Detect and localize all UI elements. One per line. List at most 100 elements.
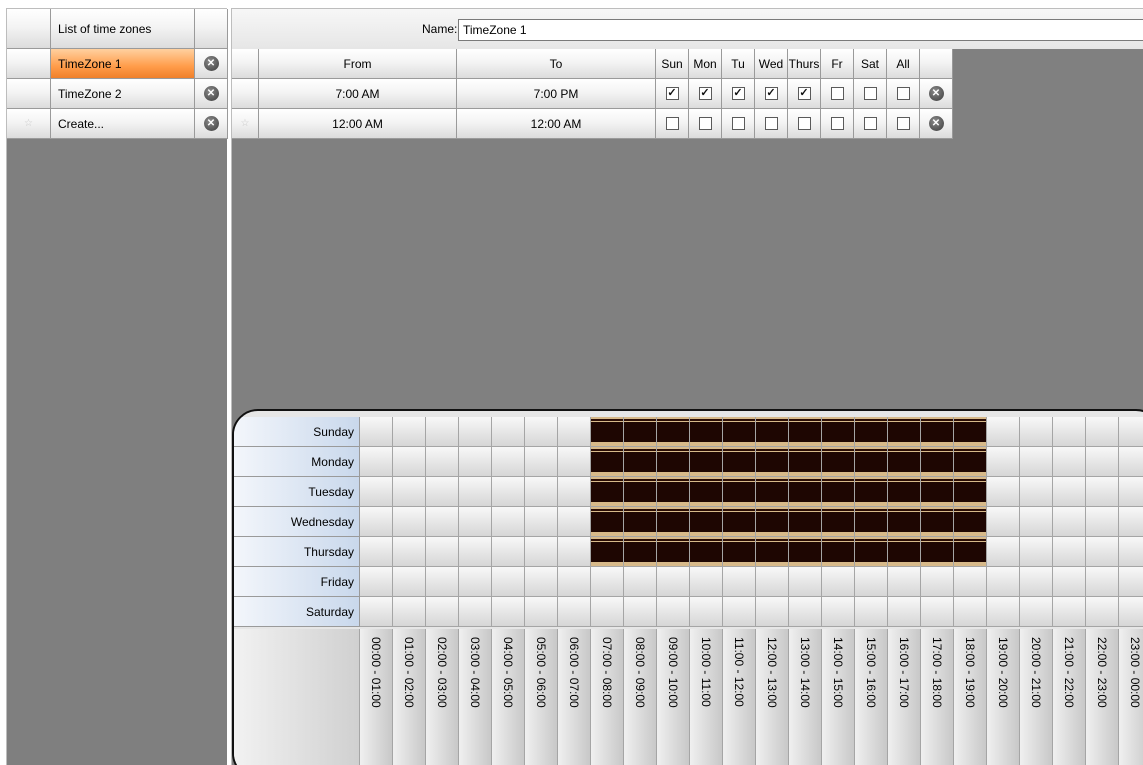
- schedule-cell[interactable]: [426, 477, 459, 507]
- schedule-cell[interactable]: [426, 567, 459, 597]
- schedule-cell[interactable]: [822, 417, 855, 447]
- schedule-cell[interactable]: [888, 477, 921, 507]
- schedule-cell[interactable]: [459, 447, 492, 477]
- schedule-cell[interactable]: [789, 417, 822, 447]
- schedule-cell[interactable]: [360, 507, 393, 537]
- schedule-cell[interactable]: [393, 537, 426, 567]
- schedule-cell[interactable]: [789, 507, 822, 537]
- checkbox-sun[interactable]: ✓: [656, 79, 689, 109]
- rule-from-value[interactable]: 12:00 AM: [259, 109, 457, 139]
- schedule-cell[interactable]: [1119, 567, 1143, 597]
- schedule-cell[interactable]: [657, 477, 690, 507]
- schedule-cell[interactable]: [1119, 417, 1143, 447]
- schedule-cell[interactable]: [657, 507, 690, 537]
- schedule-cell[interactable]: [492, 537, 525, 567]
- rule-to-value[interactable]: 7:00 PM: [457, 79, 656, 109]
- schedule-cell[interactable]: [1020, 477, 1053, 507]
- schedule-cell[interactable]: [1119, 507, 1143, 537]
- schedule-cell[interactable]: [954, 507, 987, 537]
- schedule-cell[interactable]: [1119, 447, 1143, 477]
- schedule-cell[interactable]: [987, 447, 1020, 477]
- schedule-cell[interactable]: [1020, 597, 1053, 627]
- schedule-cell[interactable]: [789, 447, 822, 477]
- schedule-cell[interactable]: [624, 417, 657, 447]
- schedule-cell[interactable]: [360, 597, 393, 627]
- schedule-cell[interactable]: [987, 507, 1020, 537]
- schedule-cell[interactable]: [1086, 597, 1119, 627]
- column-header-tu[interactable]: Tu: [722, 49, 755, 79]
- schedule-cell[interactable]: [657, 537, 690, 567]
- checkbox-wed[interactable]: ✓: [755, 79, 788, 109]
- schedule-cell[interactable]: [360, 447, 393, 477]
- schedule-cell[interactable]: [393, 567, 426, 597]
- schedule-cell[interactable]: [921, 477, 954, 507]
- schedule-cell[interactable]: [888, 447, 921, 477]
- schedule-cell[interactable]: [1053, 597, 1086, 627]
- schedule-cell[interactable]: [1020, 567, 1053, 597]
- schedule-cell[interactable]: [591, 447, 624, 477]
- schedule-cell[interactable]: [789, 477, 822, 507]
- schedule-cell[interactable]: [1119, 537, 1143, 567]
- checkbox-tu[interactable]: [722, 109, 755, 139]
- schedule-cell[interactable]: [360, 417, 393, 447]
- schedule-cell[interactable]: [855, 507, 888, 537]
- schedule-cell[interactable]: [690, 417, 723, 447]
- schedule-cell[interactable]: [492, 597, 525, 627]
- checkbox-sat[interactable]: [854, 79, 887, 109]
- schedule-cell[interactable]: [624, 477, 657, 507]
- delete-rule-button[interactable]: ✕: [920, 79, 953, 109]
- list-item-timezone-2[interactable]: TimeZone 2 ✕: [7, 79, 228, 109]
- schedule-cell[interactable]: [888, 417, 921, 447]
- schedule-cell[interactable]: [822, 597, 855, 627]
- schedule-cell[interactable]: [690, 477, 723, 507]
- schedule-cell[interactable]: [855, 447, 888, 477]
- schedule-cell[interactable]: [1053, 447, 1086, 477]
- name-input[interactable]: [458, 19, 1143, 41]
- schedule-cell[interactable]: [756, 567, 789, 597]
- schedule-cell[interactable]: [393, 477, 426, 507]
- schedule-cell[interactable]: [822, 537, 855, 567]
- schedule-cell[interactable]: [492, 417, 525, 447]
- schedule-cell[interactable]: [987, 567, 1020, 597]
- schedule-cell[interactable]: [921, 447, 954, 477]
- schedule-cell[interactable]: [756, 447, 789, 477]
- schedule-cell[interactable]: [459, 507, 492, 537]
- schedule-cell[interactable]: [921, 417, 954, 447]
- column-header-from[interactable]: From: [259, 49, 457, 79]
- schedule-cell[interactable]: [393, 447, 426, 477]
- schedule-cell[interactable]: [1053, 507, 1086, 537]
- schedule-cell[interactable]: [690, 597, 723, 627]
- schedule-cell[interactable]: [558, 477, 591, 507]
- schedule-cell[interactable]: [822, 507, 855, 537]
- schedule-cell[interactable]: [888, 507, 921, 537]
- schedule-cell[interactable]: [558, 597, 591, 627]
- schedule-cell[interactable]: [492, 477, 525, 507]
- list-item-create[interactable]: ☆ Create... ✕: [7, 109, 228, 139]
- schedule-cell[interactable]: [360, 567, 393, 597]
- checkbox-all[interactable]: [887, 79, 920, 109]
- schedule-cell[interactable]: [591, 417, 624, 447]
- schedule-cell[interactable]: [921, 507, 954, 537]
- checkbox-fr[interactable]: [821, 109, 854, 139]
- schedule-cell[interactable]: [723, 597, 756, 627]
- schedule-cell[interactable]: [756, 507, 789, 537]
- schedule-cell[interactable]: [426, 417, 459, 447]
- schedule-cell[interactable]: [855, 477, 888, 507]
- schedule-cell[interactable]: [624, 567, 657, 597]
- checkbox-thurs[interactable]: ✓: [788, 79, 821, 109]
- schedule-cell[interactable]: [855, 537, 888, 567]
- schedule-cell[interactable]: [459, 477, 492, 507]
- schedule-cell[interactable]: [558, 507, 591, 537]
- schedule-cell[interactable]: [492, 507, 525, 537]
- delete-button[interactable]: ✕: [195, 109, 228, 139]
- schedule-cell[interactable]: [1020, 507, 1053, 537]
- schedule-cell[interactable]: [756, 417, 789, 447]
- schedule-cell[interactable]: [723, 537, 756, 567]
- column-header-sat[interactable]: Sat: [854, 49, 887, 79]
- schedule-cell[interactable]: [987, 537, 1020, 567]
- schedule-cell[interactable]: [690, 447, 723, 477]
- schedule-cell[interactable]: [1020, 417, 1053, 447]
- schedule-cell[interactable]: [756, 537, 789, 567]
- checkbox-fr[interactable]: [821, 79, 854, 109]
- delete-button[interactable]: ✕: [195, 49, 228, 79]
